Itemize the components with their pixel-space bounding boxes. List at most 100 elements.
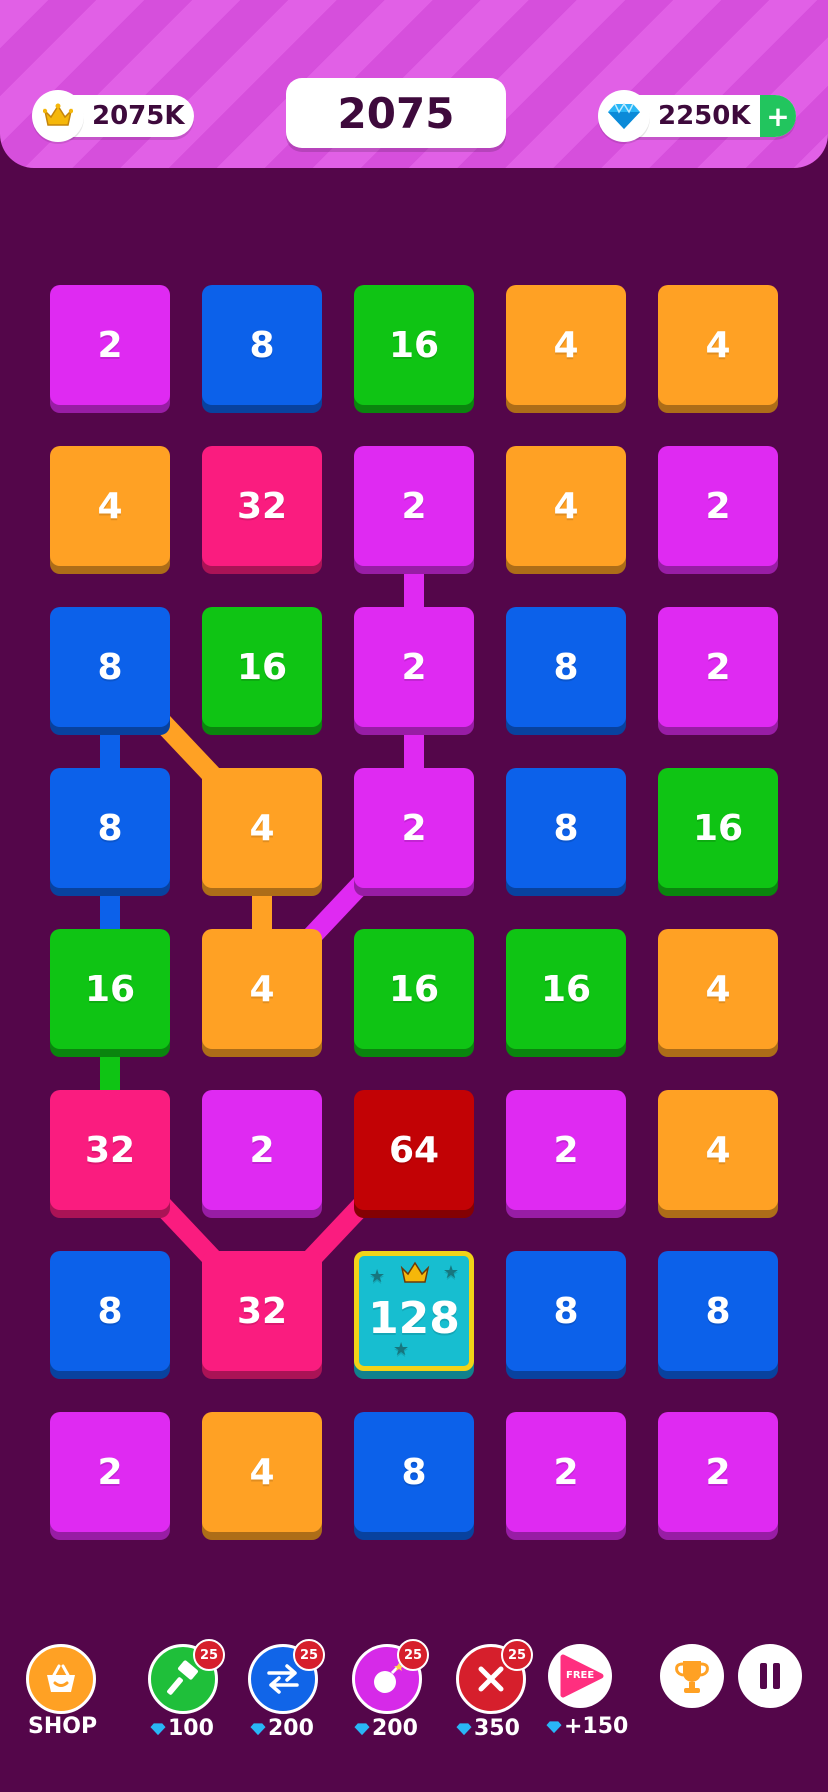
tile-r5-c1[interactable]: 16 <box>50 929 170 1049</box>
tile-r8-c2[interactable]: 4 <box>202 1412 322 1532</box>
tile-value: 2 <box>401 646 427 688</box>
swap-count-badge: 25 <box>293 1639 325 1671</box>
tile-r5-c3[interactable]: 16 <box>354 929 474 1049</box>
free-reward: +150 <box>546 1714 628 1740</box>
hammer-cost: 100 <box>150 1716 214 1742</box>
tile-r1-c4[interactable]: 4 <box>506 285 626 405</box>
tile-r5-c4[interactable]: 16 <box>506 929 626 1049</box>
tile-r1-c2[interactable]: 8 <box>202 285 322 405</box>
tile-value: 8 <box>705 1290 731 1332</box>
tile-r4-c1[interactable]: 8 <box>50 768 170 888</box>
diamond-icon <box>456 1717 472 1742</box>
tile-value: 32 <box>84 1129 136 1171</box>
bomb-cost: 200 <box>354 1716 418 1742</box>
tile-value: 4 <box>553 324 579 366</box>
tile-value: 4 <box>553 485 579 527</box>
tile-r4-c3[interactable]: 2 <box>354 768 474 888</box>
tile-r8-c5[interactable]: 2 <box>658 1412 778 1532</box>
shop-button[interactable] <box>26 1644 96 1714</box>
tile-value: 2 <box>97 1451 123 1493</box>
swap-cost: 200 <box>250 1716 314 1742</box>
tile-value: 32 <box>236 485 288 527</box>
tile-value: 8 <box>97 807 123 849</box>
tile-r2-c2[interactable]: 32 <box>202 446 322 566</box>
trophy-icon <box>675 1661 709 1693</box>
tile-value: 128 <box>368 1292 460 1344</box>
tile-value: 8 <box>553 646 579 688</box>
tile-r7-c4[interactable]: 8 <box>506 1251 626 1371</box>
tile-r4-c5[interactable]: 16 <box>658 768 778 888</box>
tile-value: 16 <box>388 968 440 1010</box>
tile-value: 8 <box>553 1290 579 1332</box>
bomb-powerup[interactable]: 25 <box>352 1639 429 1714</box>
tile-r3-c1[interactable]: 8 <box>50 607 170 727</box>
tile-r6-c2[interactable]: 2 <box>202 1090 322 1210</box>
tile-value: 4 <box>249 1451 275 1493</box>
tile-r7-c3[interactable]: ★ ★ ★ 128 <box>354 1251 474 1371</box>
tile-r5-c2[interactable]: 4 <box>202 929 322 1049</box>
tile-r5-c5[interactable]: 4 <box>658 929 778 1049</box>
bomb-icon <box>374 1663 404 1693</box>
pause-icon <box>760 1663 780 1689</box>
tile-r1-c1[interactable]: 2 <box>50 285 170 405</box>
pause-button[interactable] <box>738 1644 802 1708</box>
tile-r3-c5[interactable]: 2 <box>658 607 778 727</box>
tile-r2-c1[interactable]: 4 <box>50 446 170 566</box>
tile-r2-c3[interactable]: 2 <box>354 446 474 566</box>
tile-value: 2 <box>97 324 123 366</box>
tile-r7-c5[interactable]: 8 <box>658 1251 778 1371</box>
star-icon: ★ <box>369 1266 386 1287</box>
basket-icon <box>47 1664 75 1692</box>
tile-r6-c5[interactable]: 4 <box>658 1090 778 1210</box>
diamond-icon <box>250 1717 266 1742</box>
tile-r2-c4[interactable]: 4 <box>506 446 626 566</box>
game-board: 2 8 16 4 4 4 32 2 4 2 8 16 2 8 2 8 4 2 8 16 16 4 16 16 4 32 2 64 2 4 8… <box>0 0 828 1792</box>
tile-r8-c4[interactable]: 2 <box>506 1412 626 1532</box>
tile-value: 4 <box>249 968 275 1010</box>
tile-r2-c5[interactable]: 2 <box>658 446 778 566</box>
close-icon <box>478 1666 504 1692</box>
tile-value: 2 <box>705 485 731 527</box>
free-label: FREE <box>566 1670 595 1681</box>
tile-r8-c1[interactable]: 2 <box>50 1412 170 1532</box>
shop-label: SHOP <box>28 1714 98 1739</box>
tile-r7-c2[interactable]: 32 <box>202 1251 322 1371</box>
tile-r3-c3[interactable]: 2 <box>354 607 474 727</box>
tile-r4-c2[interactable]: 4 <box>202 768 322 888</box>
tile-value: 4 <box>705 324 731 366</box>
tile-value: 8 <box>553 807 579 849</box>
tile-r8-c3[interactable]: 8 <box>354 1412 474 1532</box>
tile-value: 8 <box>401 1451 427 1493</box>
tile-r7-c1[interactable]: 8 <box>50 1251 170 1371</box>
remove-cost: 350 <box>456 1716 520 1742</box>
tile-value: 32 <box>236 1290 288 1332</box>
tile-r6-c3[interactable]: 64 <box>354 1090 474 1210</box>
diamond-icon <box>546 1715 562 1740</box>
tile-r3-c4[interactable]: 8 <box>506 607 626 727</box>
tile-value: 2 <box>249 1129 275 1171</box>
free-gems-button[interactable]: FREE <box>548 1644 612 1708</box>
tile-value: 8 <box>97 1290 123 1332</box>
bottom-toolbar: SHOP 25 100 25 200 25 200 25 350 FREE +1… <box>0 1636 828 1756</box>
swap-arrows-icon <box>267 1664 299 1694</box>
remove-powerup[interactable]: 25 <box>456 1639 533 1714</box>
tile-r6-c4[interactable]: 2 <box>506 1090 626 1210</box>
tile-value: 2 <box>553 1129 579 1171</box>
tile-r6-c1[interactable]: 32 <box>50 1090 170 1210</box>
tile-r1-c3[interactable]: 16 <box>354 285 474 405</box>
tile-value: 4 <box>97 485 123 527</box>
tile-r1-c5[interactable]: 4 <box>658 285 778 405</box>
leaderboard-button[interactable] <box>660 1644 724 1708</box>
hammer-count-badge: 25 <box>193 1639 225 1671</box>
tile-r4-c4[interactable]: 8 <box>506 768 626 888</box>
hammer-powerup[interactable]: 25 <box>148 1639 225 1714</box>
tile-r3-c2[interactable]: 16 <box>202 607 322 727</box>
tile-value: 4 <box>705 968 731 1010</box>
swap-powerup[interactable]: 25 <box>248 1639 325 1714</box>
bomb-count-badge: 25 <box>397 1639 429 1671</box>
tile-value: 16 <box>388 324 440 366</box>
diamond-icon <box>354 1717 370 1742</box>
tile-value: 4 <box>249 807 275 849</box>
tile-value: 16 <box>692 807 744 849</box>
tile-value: 16 <box>540 968 592 1010</box>
